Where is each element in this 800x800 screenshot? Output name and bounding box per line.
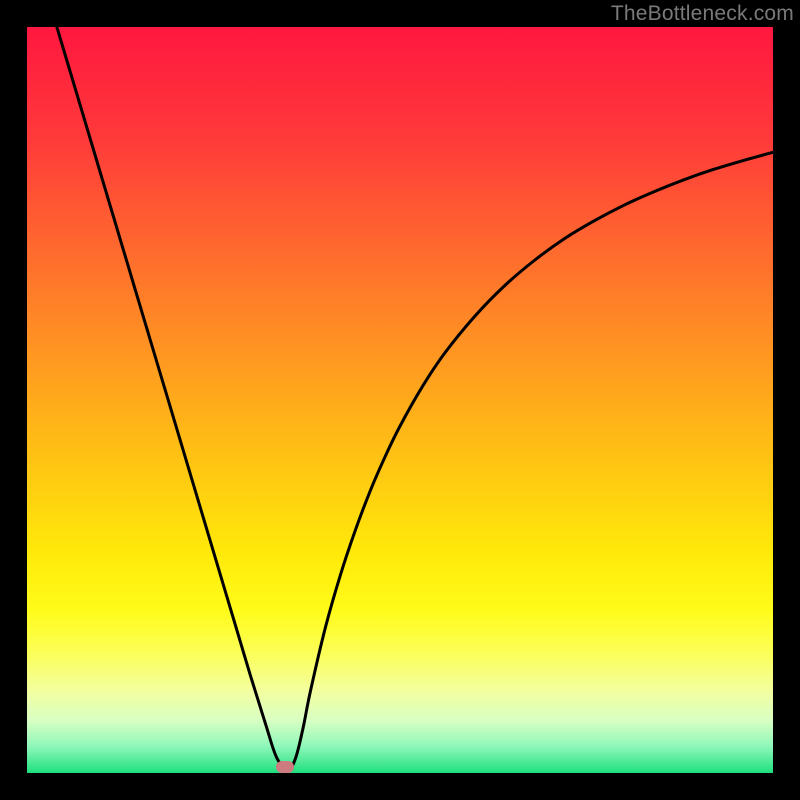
watermark-text: TheBottleneck.com [611,2,794,26]
bottleneck-chart [27,27,773,773]
chart-frame [27,27,773,773]
optimal-point-marker [276,761,294,773]
gradient-background [27,27,773,773]
